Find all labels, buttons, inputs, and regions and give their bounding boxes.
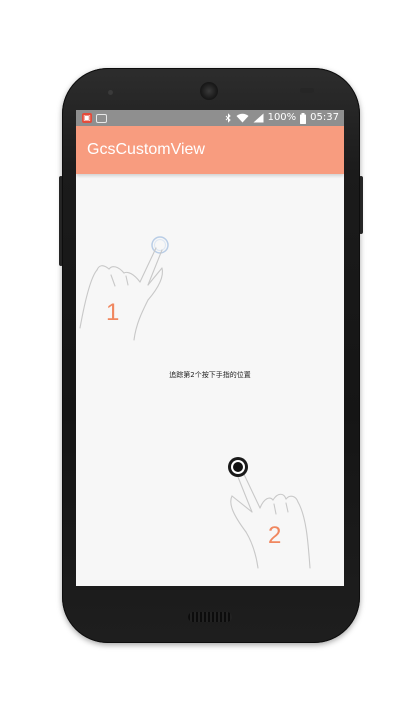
hint-text: 追踪第2个按下手指的位置	[169, 371, 251, 379]
battery-percentage: 100%	[267, 112, 297, 123]
app-notification-icon: ▣	[82, 113, 92, 123]
signal-icon	[253, 113, 264, 123]
app-title: GcsCustomView	[87, 141, 205, 158]
front-camera	[200, 82, 218, 100]
device-screen[interactable]: ▣ 100% 05:37 GcsCustomView 1 追踪第2个按下手指的位…	[76, 110, 344, 586]
bluetooth-icon	[225, 113, 231, 123]
light-sensor	[300, 88, 314, 93]
proximity-sensor	[108, 90, 113, 95]
finger-1-illustration[interactable]: 1	[76, 228, 176, 343]
finger-1-label: 1	[106, 299, 119, 326]
bottom-speaker-grille	[188, 612, 232, 622]
battery-icon	[300, 112, 307, 124]
clock: 05:37	[310, 112, 339, 123]
image-notification-icon	[96, 113, 107, 123]
wifi-icon	[236, 113, 249, 123]
finger-2-illustration[interactable]: 2	[218, 450, 318, 570]
status-bar: ▣ 100% 05:37	[76, 110, 344, 126]
finger-2-label: 2	[268, 522, 281, 549]
app-bar: GcsCustomView	[76, 126, 344, 174]
